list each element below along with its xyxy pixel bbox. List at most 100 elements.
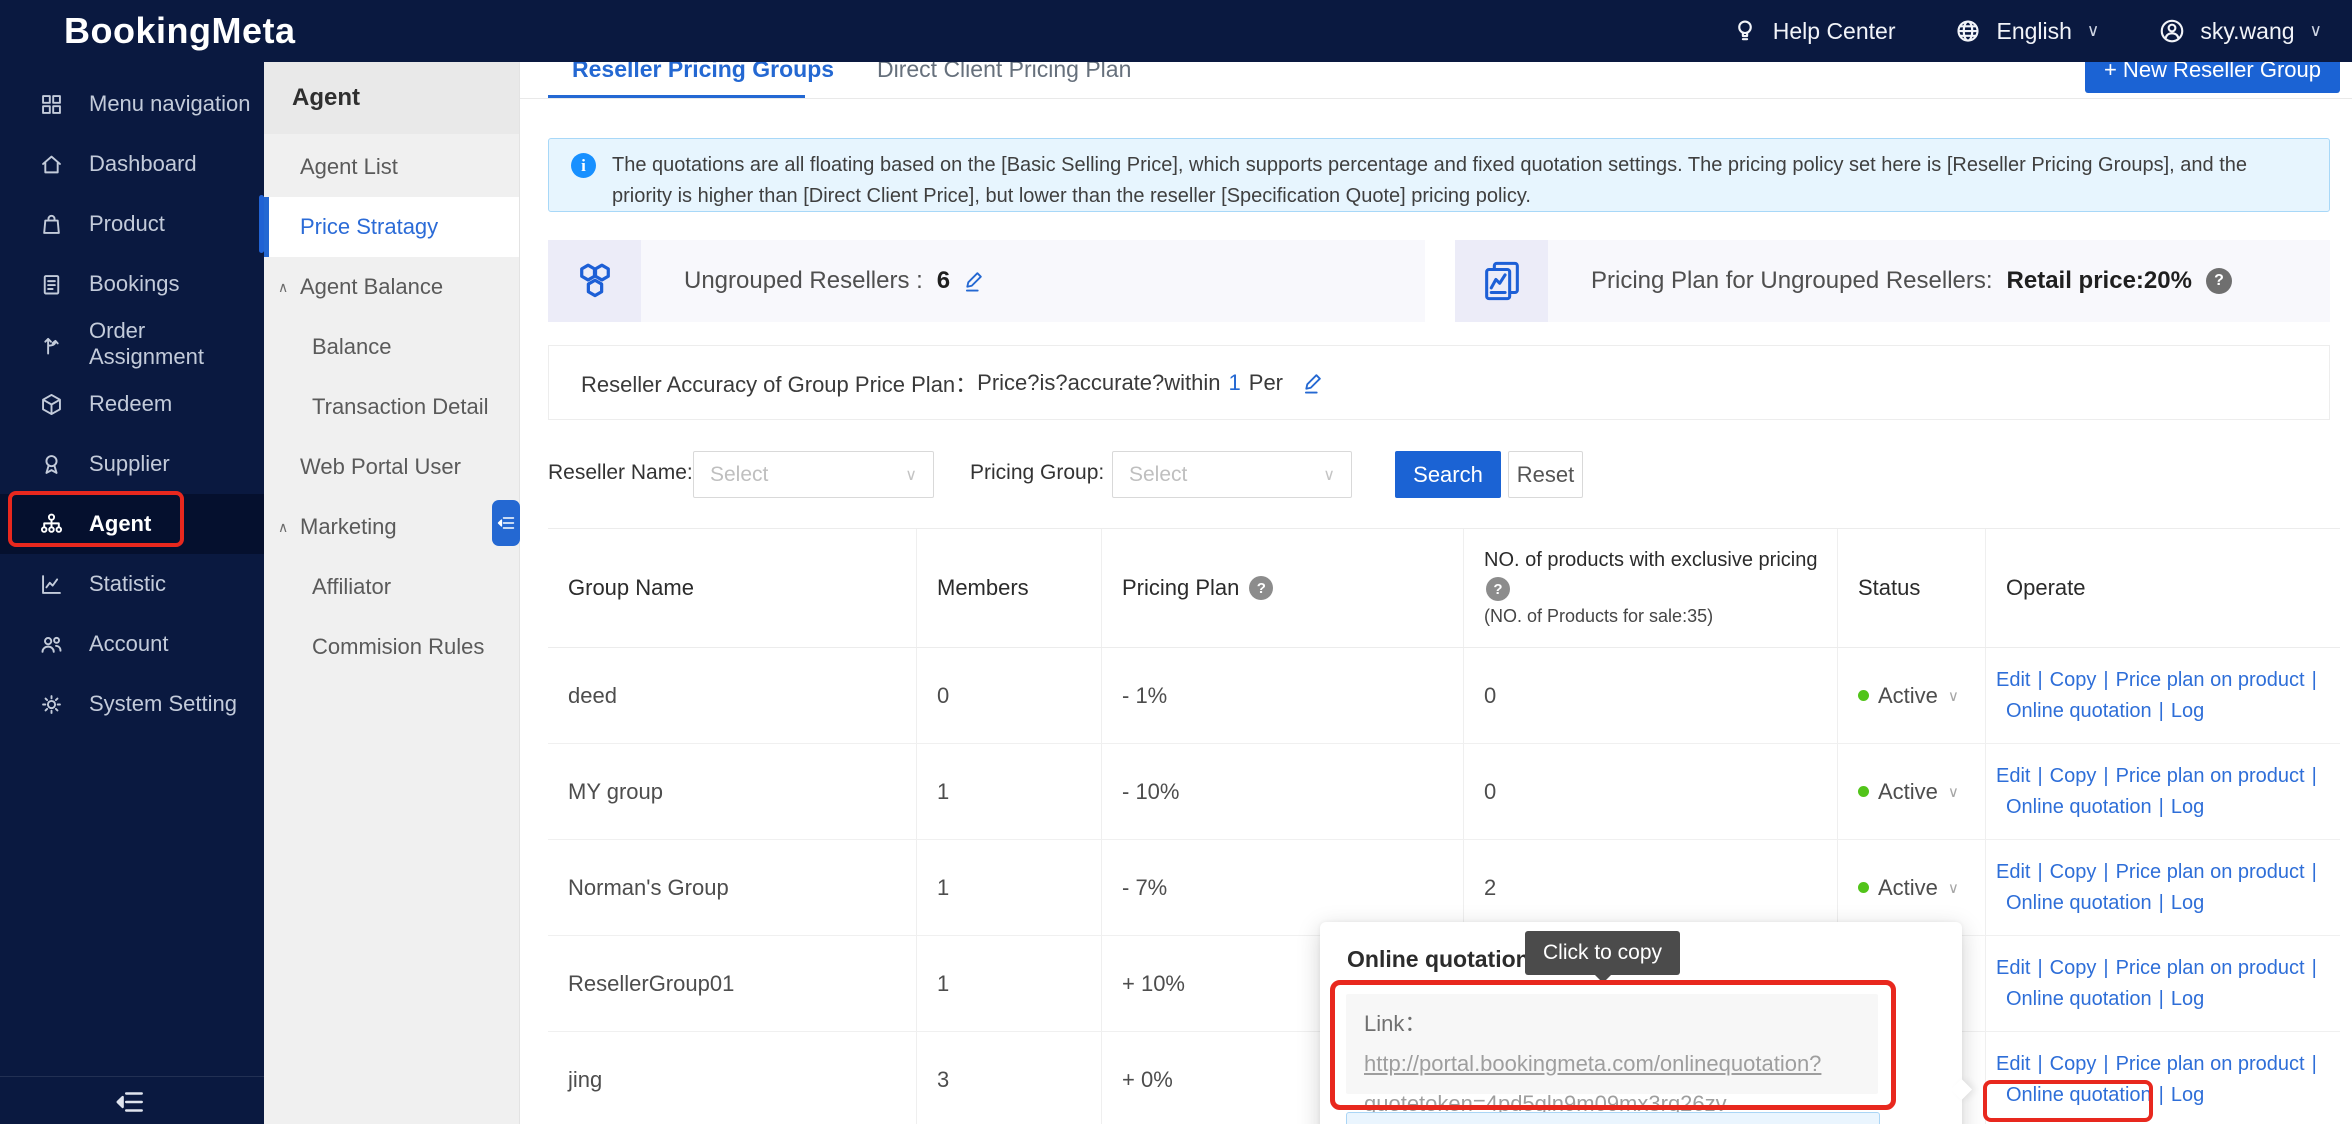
chart-icon <box>38 571 65 598</box>
quotation-link[interactable]: http://portal.bookingmeta.com/onlinequot… <box>1364 1051 1821 1116</box>
submenu-item-marketing[interactable]: ∧Marketing <box>264 497 519 557</box>
top-navbar: BookingMeta Help Center English ∨ sky.wa… <box>0 0 2352 62</box>
sidebar-collapse-button[interactable] <box>112 1085 146 1115</box>
products-cell: 2 <box>1464 840 1838 935</box>
status-select[interactable]: Active∨ <box>1838 648 1986 743</box>
submenu-label: Agent List <box>300 154 398 180</box>
log-link[interactable]: Log <box>2171 988 2204 1010</box>
submenu-collapse-toggle[interactable] <box>492 500 520 546</box>
online-quotation-link[interactable]: Online quotation <box>1996 988 2152 1010</box>
price-plan-link[interactable]: Price plan on product <box>2116 1053 2305 1075</box>
group-name-cell: MY group <box>548 744 917 839</box>
new-reseller-group-button[interactable]: + New Reseller Group <box>2085 62 2340 93</box>
accuracy-text: Price?is?accurate?within <box>977 370 1220 396</box>
online-quotation-link[interactable]: Online quotation <box>1996 1084 2152 1106</box>
group-name-cell: deed <box>548 648 917 743</box>
submenu-label: Transaction Detail <box>312 394 488 420</box>
user-menu[interactable]: sky.wang ∨ <box>2157 16 2322 46</box>
submenu-item-transaction-detail[interactable]: Transaction Detail <box>264 377 519 437</box>
edit-link[interactable]: Edit <box>1996 765 2030 787</box>
copy-link[interactable]: Copy <box>2050 1053 2097 1075</box>
price-plan-link[interactable]: Price plan on product <box>2116 669 2305 691</box>
members-cell: 1 <box>917 936 1102 1031</box>
edit-link[interactable]: Edit <box>1996 957 2030 979</box>
agent-submenu: Agent Agent List Price Stratagy ∧Agent B… <box>264 62 520 1124</box>
sidebar-item-agent[interactable]: Agent <box>0 494 264 554</box>
log-link[interactable]: Log <box>2171 1084 2204 1106</box>
sidebar-item-supplier[interactable]: Supplier <box>0 434 264 494</box>
edit-icon[interactable] <box>962 268 988 294</box>
reseller-name-select[interactable]: Select ∨ <box>693 451 934 498</box>
sidebar-item-dashboard[interactable]: Dashboard <box>0 134 264 194</box>
status-select[interactable]: Active∨ <box>1838 840 1986 935</box>
submenu-item-balance[interactable]: Balance <box>264 317 519 377</box>
edit-link[interactable]: Edit <box>1996 861 2030 883</box>
chevron-down-icon: ∨ <box>2310 21 2322 41</box>
col-exclusive-pricing: NO. of products with exclusive pricing ?… <box>1464 529 1838 647</box>
language-selector[interactable]: English ∨ <box>1953 16 2099 46</box>
col-members: Members <box>917 529 1102 647</box>
table-row: deed 0 - 1% 0 Active∨ Edit|Copy|Price pl… <box>548 648 2340 744</box>
pricing-plan-value: Retail price:20% <box>2007 267 2192 295</box>
reseller-name-label: Reseller Name: <box>548 461 693 485</box>
select-placeholder: Select <box>1129 463 1187 487</box>
sidebar-item-system-setting[interactable]: System Setting <box>0 674 264 734</box>
submenu-item-agent-balance[interactable]: ∧Agent Balance <box>264 257 519 317</box>
copy-link[interactable]: Copy <box>2050 669 2097 691</box>
submenu-item-commision-rules[interactable]: Commision Rules <box>264 617 519 677</box>
reset-button[interactable]: Reset <box>1508 451 1583 498</box>
copy-link[interactable]: Copy <box>2050 861 2097 883</box>
help-icon[interactable]: ? <box>1249 576 1273 600</box>
quotation-secondary-box <box>1346 1112 1880 1124</box>
sidebar-scrollbar[interactable] <box>259 195 264 253</box>
chevron-down-icon: ∨ <box>1948 879 1959 897</box>
ungrouped-resellers-value: 6 <box>937 267 950 295</box>
submenu-label: Web Portal User <box>300 454 461 480</box>
log-link[interactable]: Log <box>2171 796 2204 818</box>
online-quotation-link[interactable]: Online quotation <box>1996 796 2152 818</box>
sidebar-item-account[interactable]: Account <box>0 614 264 674</box>
copy-link[interactable]: Copy <box>2050 957 2097 979</box>
quotation-link-box[interactable]: Link：http://portal.bookingmeta.com/onlin… <box>1346 994 1878 1094</box>
edit-icon[interactable] <box>1301 370 1327 396</box>
edit-link[interactable]: Edit <box>1996 1053 2030 1075</box>
copy-link[interactable]: Copy <box>2050 765 2097 787</box>
sidebar-item-menu-navigation[interactable]: Menu navigation <box>0 74 264 134</box>
info-banner: i The quotations are all floating based … <box>548 138 2330 212</box>
submenu-item-web-portal-user[interactable]: Web Portal User <box>264 437 519 497</box>
search-button[interactable]: Search <box>1395 451 1501 498</box>
edit-link[interactable]: Edit <box>1996 669 2030 691</box>
tab-reseller-pricing-groups[interactable]: Reseller Pricing Groups <box>572 62 834 83</box>
price-plan-link[interactable]: Price plan on product <box>2116 765 2305 787</box>
submenu-item-agent-list[interactable]: Agent List <box>264 137 519 197</box>
price-plan-link[interactable]: Price plan on product <box>2116 957 2305 979</box>
online-quotation-link[interactable]: Online quotation <box>1996 892 2152 914</box>
log-link[interactable]: Log <box>2171 892 2204 914</box>
col-operate: Operate <box>1986 529 2340 647</box>
submenu-item-price-stratagy[interactable]: Price Stratagy <box>264 197 519 257</box>
sidebar-item-statistic[interactable]: Statistic <box>0 554 264 614</box>
org-chart-icon <box>38 511 65 538</box>
home-icon <box>38 151 65 178</box>
help-icon[interactable]: ? <box>1486 577 1510 601</box>
submenu-item-affiliator[interactable]: Affiliator <box>264 557 519 617</box>
sidebar-item-bookings[interactable]: Bookings <box>0 254 264 314</box>
log-link[interactable]: Log <box>2171 700 2204 722</box>
online-quotation-popup: Online quotation Click to copy Link：http… <box>1320 922 1962 1124</box>
sidebar-item-product[interactable]: Product <box>0 194 264 254</box>
pricing-plan-cell: - 1% <box>1102 648 1464 743</box>
sidebar-item-order-assignment[interactable]: Order Assignment <box>0 314 264 374</box>
status-select[interactable]: Active∨ <box>1838 744 1986 839</box>
products-cell: 0 <box>1464 648 1838 743</box>
avatar-icon <box>2157 16 2187 46</box>
sidebar-item-redeem[interactable]: Redeem <box>0 374 264 434</box>
operate-cell: Edit|Copy|Price plan on product|Online q… <box>1986 648 2340 743</box>
submenu-header: Agent <box>264 62 519 134</box>
online-quotation-link[interactable]: Online quotation <box>1996 700 2152 722</box>
help-center-label: Help Center <box>1773 18 1896 45</box>
price-plan-link[interactable]: Price plan on product <box>2116 861 2305 883</box>
help-center-button[interactable]: Help Center <box>1730 16 1896 46</box>
pricing-group-select[interactable]: Select ∨ <box>1112 451 1352 498</box>
help-icon[interactable]: ? <box>2206 268 2232 294</box>
tab-direct-client-pricing-plan[interactable]: Direct Client Pricing Plan <box>877 62 1131 83</box>
